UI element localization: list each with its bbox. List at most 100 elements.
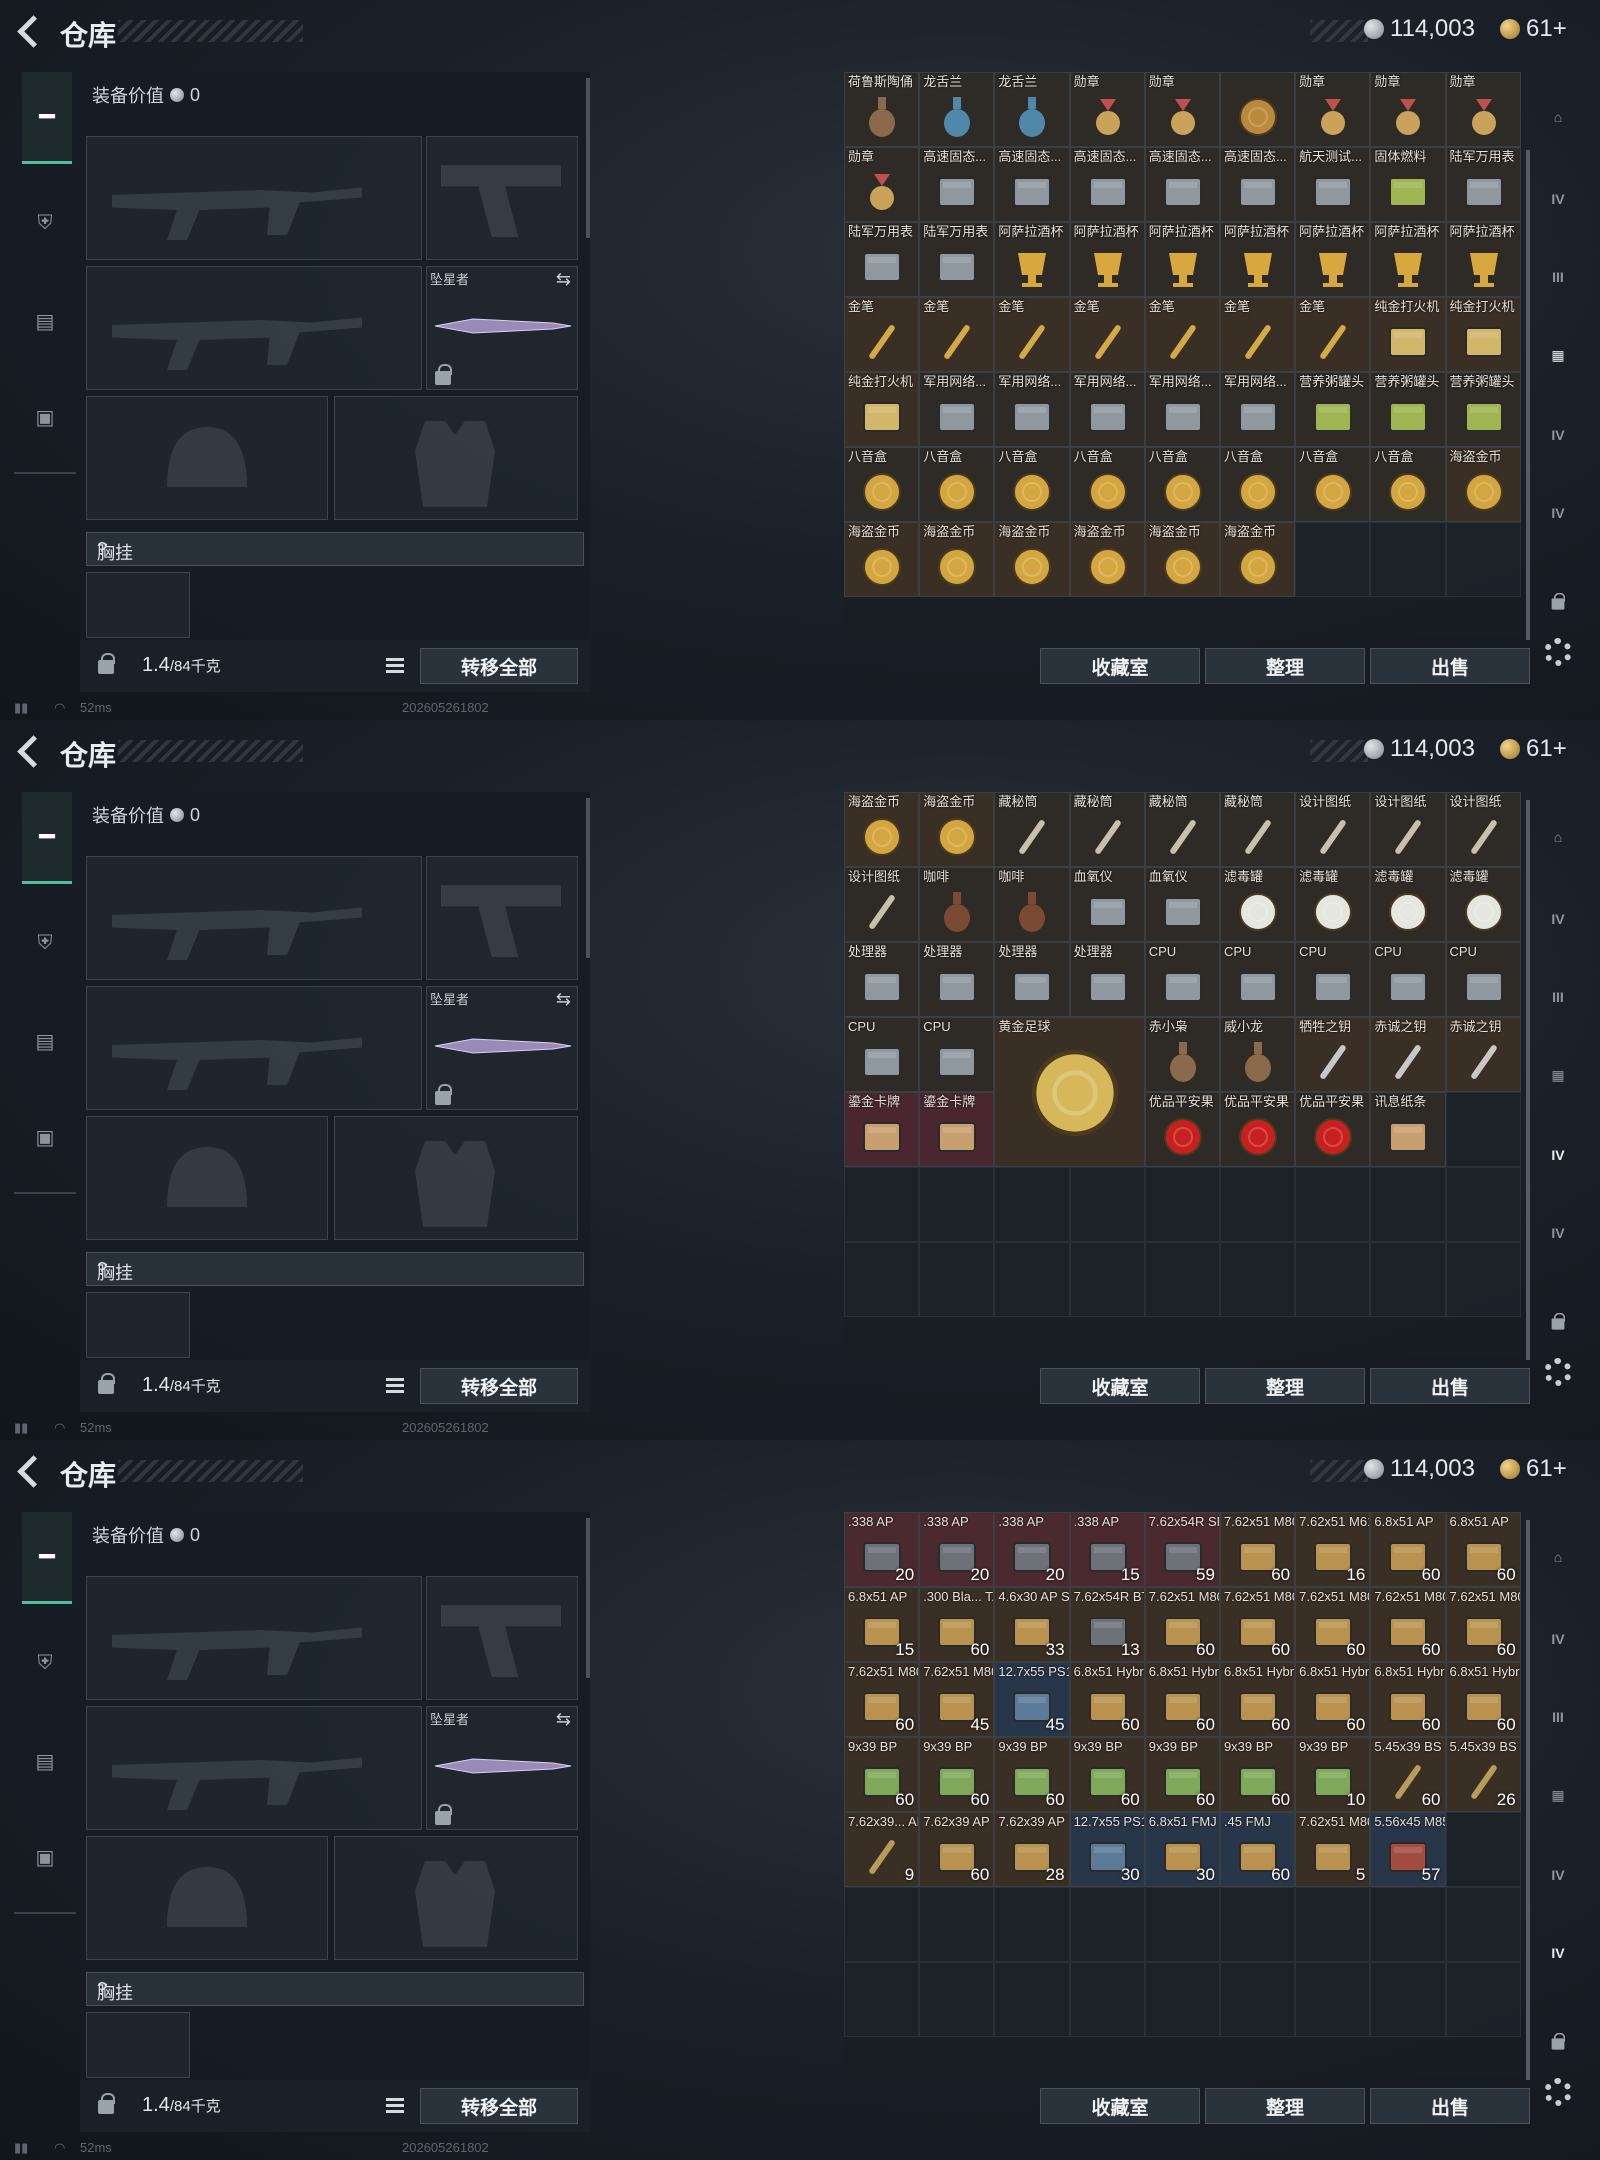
storage-item[interactable]: 高速固态...: [994, 147, 1070, 222]
storage-item[interactable]: 7.62x39 AP 28: [994, 1812, 1070, 1887]
storage-scrollbar[interactable]: [1526, 1520, 1530, 2080]
storage-page-3-icon[interactable]: ▦: [1540, 338, 1576, 372]
storage-item[interactable]: 八音盒: [1069, 447, 1145, 522]
back-arrow-icon[interactable]: [14, 12, 48, 48]
list-icon[interactable]: [382, 654, 408, 678]
armor-slot[interactable]: [334, 1836, 578, 1960]
storage-page-3-icon[interactable]: ▦: [1540, 1778, 1576, 1812]
storage-item[interactable]: 八音盒: [1295, 447, 1371, 522]
storage-item[interactable]: 9x39 BP 10: [1295, 1737, 1371, 1812]
storage-item[interactable]: 营养粥罐头: [1295, 372, 1371, 447]
scrollbar[interactable]: [586, 798, 590, 958]
sell-button[interactable]: 出售: [1370, 2088, 1530, 2124]
storage-page-3-icon[interactable]: ▦: [1540, 1058, 1576, 1092]
storage-item[interactable]: 军用网络...: [1219, 372, 1296, 447]
melee-slot[interactable]: 坠星者 ⇆: [426, 986, 578, 1110]
storage-item[interactable]: 金笔: [1219, 297, 1296, 372]
storage-item[interactable]: 讯息纸条: [1370, 1092, 1446, 1167]
case-tab-icon[interactable]: ▣: [22, 394, 68, 440]
storage-item[interactable]: 高速固态...: [1219, 147, 1296, 222]
storage-item[interactable]: 6.8x51 AP 15: [844, 1587, 920, 1662]
secondary-weapon-slot[interactable]: [86, 986, 422, 1110]
sidearm-slot[interactable]: [426, 1576, 578, 1700]
storage-item[interactable]: 军用网络...: [994, 372, 1070, 447]
storage-page-2-icon[interactable]: III: [1540, 980, 1576, 1014]
storage-item[interactable]: 海盗金币: [1445, 447, 1521, 522]
storage-page-5-icon[interactable]: IV: [1540, 1216, 1576, 1250]
storage-item[interactable]: 6.8x51 Hybrid 60: [1069, 1662, 1145, 1737]
storage-scrollbar[interactable]: [1526, 800, 1530, 1360]
warehouse-icon[interactable]: ⌂: [1540, 820, 1576, 854]
storage-item[interactable]: 勋章: [1370, 72, 1446, 147]
storage-item[interactable]: 7.62x51 M80 60: [1219, 1587, 1296, 1662]
storage-item[interactable]: 5.45x39 BS 26: [1445, 1737, 1521, 1812]
storage-page-2-icon[interactable]: III: [1540, 1700, 1576, 1734]
melee-slot[interactable]: 坠星者 ⇆: [426, 1706, 578, 1830]
storage-item[interactable]: 鎏金卡牌: [919, 1092, 995, 1167]
storage-item[interactable]: 5.45x39 BS 60: [1370, 1737, 1446, 1812]
swap-icon[interactable]: ⇆: [556, 989, 571, 1010]
storage-item[interactable]: 阿萨拉酒杯: [1445, 222, 1521, 297]
chest-rig-bar[interactable]: 胸挂 ?: [86, 532, 584, 566]
storage-item[interactable]: 陆军万用表: [919, 222, 995, 297]
storage-item[interactable]: 荷鲁斯陶俑: [844, 72, 920, 147]
storage-item[interactable]: CPU: [919, 1017, 995, 1092]
storage-item[interactable]: 金笔: [1069, 297, 1145, 372]
storage-item[interactable]: 6.8x51 Hybrid 60: [1219, 1662, 1296, 1737]
transfer-all-button[interactable]: 转移全部: [420, 648, 578, 684]
storage-item[interactable]: 6.8x51 Hybrid 60: [1295, 1662, 1371, 1737]
storage-item[interactable]: 处理器: [844, 942, 920, 1017]
helmet-slot[interactable]: [86, 1116, 328, 1240]
storage-item[interactable]: 9x39 BP 60: [919, 1737, 995, 1812]
storage-item[interactable]: 军用网络...: [1069, 372, 1145, 447]
backpack-tab-icon[interactable]: ▤: [22, 1738, 68, 1784]
storage-item[interactable]: 咖啡: [994, 867, 1070, 942]
back-arrow-icon[interactable]: [14, 1452, 48, 1488]
collection-button[interactable]: 收藏室: [1040, 648, 1200, 684]
backpack-tab-icon[interactable]: ▤: [22, 298, 68, 344]
storage-item[interactable]: 7.62x51 M80 45: [919, 1662, 995, 1737]
storage-item[interactable]: 纯金打火机: [844, 372, 920, 447]
storage-item[interactable]: 7.62x51 M80 60: [1144, 1587, 1220, 1662]
storage-item[interactable]: 勋章: [1144, 72, 1220, 147]
storage-item[interactable]: 7.62x51 M80 60: [1295, 1587, 1371, 1662]
storage-item[interactable]: 勋章: [1445, 72, 1521, 147]
backpack-tab-icon[interactable]: ▤: [22, 1018, 68, 1064]
storage-item[interactable]: 优品平安果: [1219, 1092, 1296, 1167]
storage-item[interactable]: 阿萨拉酒杯: [1219, 222, 1296, 297]
storage-item[interactable]: 处理器: [1069, 942, 1145, 1017]
storage-item[interactable]: 海盗金币: [844, 792, 920, 867]
storage-item[interactable]: 军用网络...: [919, 372, 995, 447]
storage-item[interactable]: 赤诚之钥: [1370, 1017, 1446, 1092]
storage-item[interactable]: 海盗金币: [1069, 522, 1145, 597]
storage-item[interactable]: 7.62x54R BT 13: [1069, 1587, 1145, 1662]
storage-item[interactable]: 6.8x51 Hybrid 60: [1370, 1662, 1446, 1737]
storage-item[interactable]: 血氧仪: [1144, 867, 1220, 942]
storage-item[interactable]: .338 AP 20: [994, 1512, 1070, 1587]
sidearm-slot[interactable]: [426, 136, 578, 260]
storage-item[interactable]: 八音盒: [1370, 447, 1446, 522]
storage-item[interactable]: 营养粥罐头: [1445, 372, 1521, 447]
storage-item[interactable]: 龙舌兰: [919, 72, 995, 147]
storage-page-4-icon[interactable]: IV: [1540, 1858, 1576, 1892]
transfer-all-button[interactable]: 转移全部: [420, 2088, 578, 2124]
sell-button[interactable]: 出售: [1370, 1368, 1530, 1404]
storage-item[interactable]: 阿萨拉酒杯: [1295, 222, 1371, 297]
storage-item[interactable]: 6.8x51 Hybrid 60: [1445, 1662, 1521, 1737]
scrollbar[interactable]: [586, 1518, 590, 1678]
storage-item[interactable]: 阿萨拉酒杯: [1370, 222, 1446, 297]
storage-item[interactable]: 固体燃料: [1370, 147, 1446, 222]
storage-item[interactable]: 海盗金币: [919, 792, 995, 867]
storage-item[interactable]: 金笔: [844, 297, 920, 372]
storage-item[interactable]: 7.62x51 M80 60: [1370, 1587, 1446, 1662]
storage-item[interactable]: 12.7x55 PS12 30: [1069, 1812, 1145, 1887]
storage-page-4-icon[interactable]: IV: [1540, 418, 1576, 452]
storage-item[interactable]: 优品平安果: [1144, 1092, 1220, 1167]
storage-item[interactable]: 滤毒罐: [1445, 867, 1521, 942]
sort-button[interactable]: 整理: [1205, 1368, 1365, 1404]
primary-weapon-slot[interactable]: [86, 136, 422, 260]
lock-icon[interactable]: [98, 2093, 115, 2114]
case-tab-icon[interactable]: ▣: [22, 1114, 68, 1160]
storage-page-5-icon[interactable]: IV: [1540, 1936, 1576, 1970]
storage-item[interactable]: 设计图纸: [844, 867, 920, 942]
